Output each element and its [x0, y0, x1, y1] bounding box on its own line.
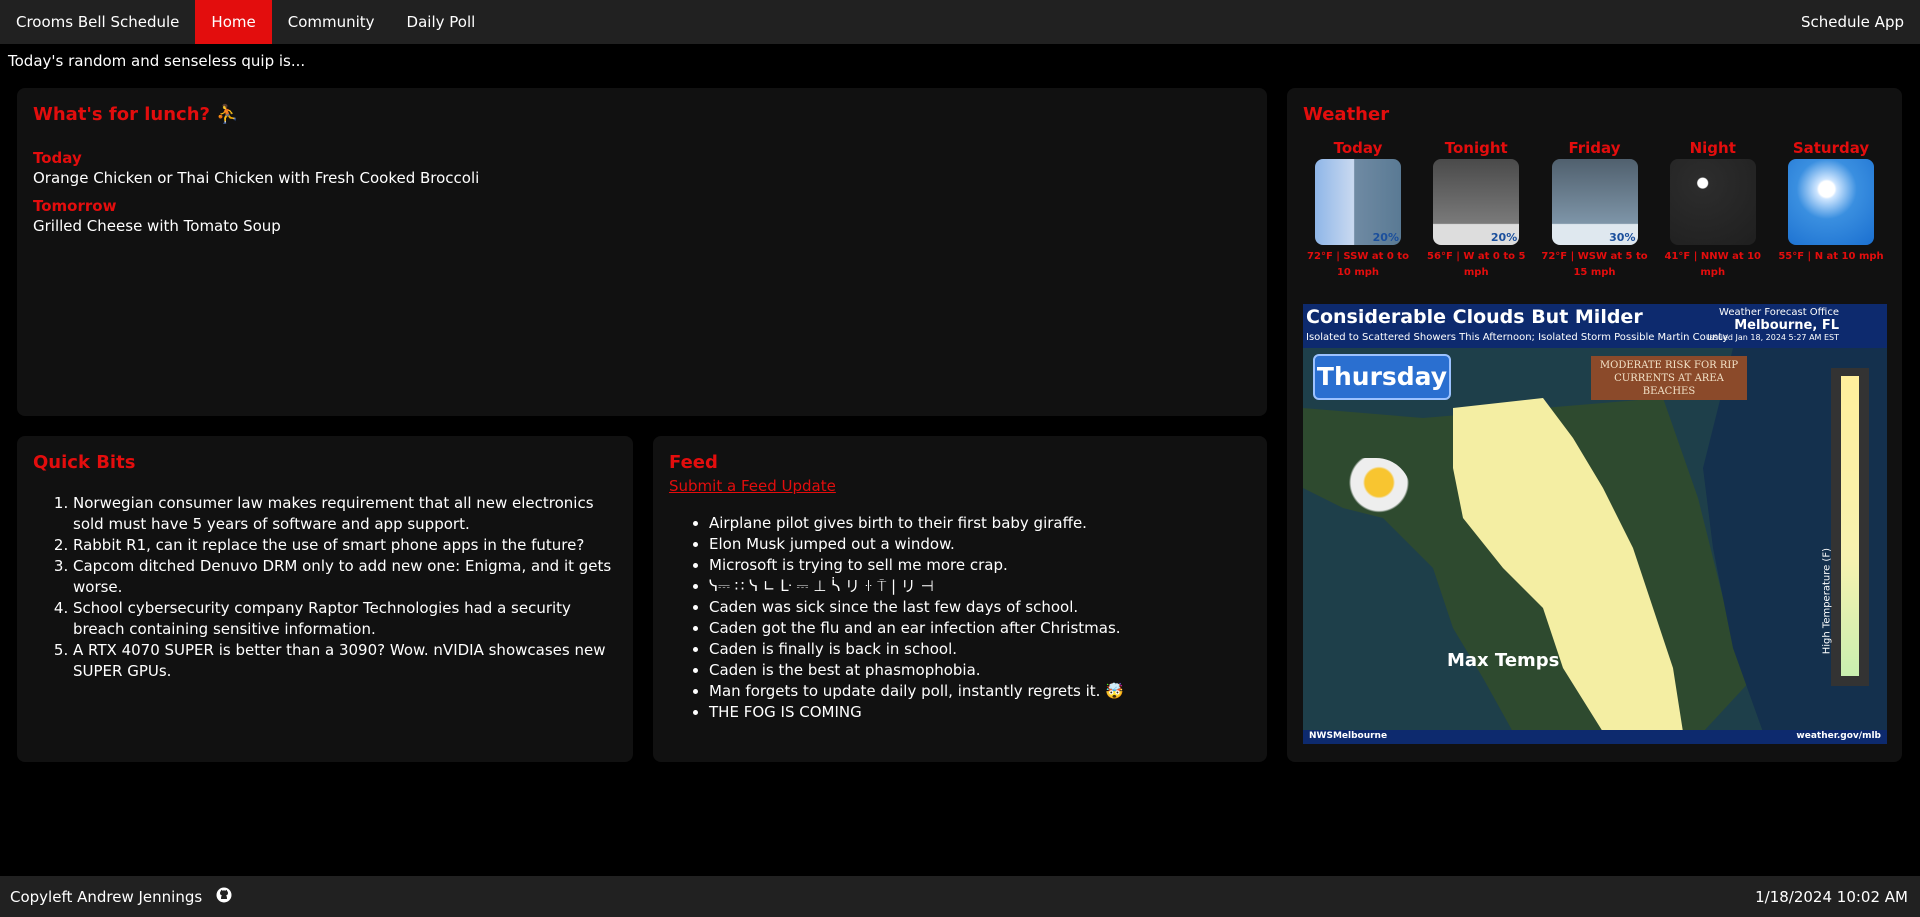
forecast-today: Today 20% 72°F | SSW at 0 to 10 mph [1303, 139, 1413, 281]
lunch-tomorrow-label: Tomorrow [33, 197, 117, 215]
forecast-friday: Friday 30% 72°F | WSW at 5 to 15 mph [1540, 139, 1650, 281]
nws-website: weather.gov/mlb [1796, 731, 1881, 741]
briefing-title: Considerable Clouds But Milder [1306, 306, 1643, 328]
rip-current-warning: MODERATE RISK FOR RIP CURRENTS AT AREA B… [1591, 356, 1747, 400]
quick-bits-list: Norwegian consumer law makes requirement… [33, 493, 617, 682]
list-item: Caden is the best at phasmophobia. [709, 660, 1251, 681]
nav-schedule-app[interactable]: Schedule App [1785, 0, 1920, 44]
forecast-night: Night 41°F | NNW at 10 mph [1658, 139, 1768, 281]
current-datetime: 1/18/2024 10:02 AM [1755, 887, 1908, 906]
list-item: Capcom ditched Denuvo DRM only to add ne… [73, 556, 617, 598]
office-city: Melbourne, FL [1734, 318, 1839, 333]
list-item: Norwegian consumer law makes requirement… [73, 493, 617, 535]
feed-list: Airplane pilot gives birth to their firs… [669, 513, 1251, 723]
list-item: Caden was sick since the last few days o… [709, 597, 1251, 618]
briefing-subtitle: Isolated to Scattered Showers This After… [1306, 332, 1729, 343]
quick-bits-title: Quick Bits [33, 452, 136, 473]
florida-map [1303, 348, 1887, 732]
rain-icon: 30% [1551, 159, 1638, 245]
list-item: A RTX 4070 SUPER is better than a 3090? … [73, 640, 617, 682]
forecast-desc: 72°F | SSW at 0 to 10 mph [1307, 251, 1409, 278]
florida-map-shape [1303, 348, 1887, 732]
weather-briefing-image: Considerable Clouds But Milder Isolated … [1303, 304, 1887, 744]
submit-feed-link[interactable]: Submit a Feed Update [669, 477, 836, 495]
partly-cloudy-icon [1331, 458, 1411, 528]
feed-card: Feed Submit a Feed Update Airplane pilot… [653, 436, 1267, 762]
sunny-icon [1788, 159, 1874, 245]
briefing-footer: NWSMelbourne weather.gov/mlb [1303, 730, 1887, 744]
nav-home[interactable]: Home [195, 0, 272, 44]
footer: Copyleft Andrew Jennings 1/18/2024 10:02… [0, 876, 1920, 917]
forecast-precip: 20% [1490, 231, 1518, 244]
quick-bits-card: Quick Bits Norwegian consumer law makes … [17, 436, 633, 762]
forecast-precip: 20% [1372, 231, 1399, 244]
briefing-day-label: Thursday [1313, 354, 1451, 400]
briefing-issued: Issued Jan 18, 2024 5:27 AM EST [1707, 333, 1839, 342]
list-item: Caden is finally is back in school. [709, 639, 1251, 660]
forecast-desc: 41°F | NNW at 10 mph [1664, 251, 1762, 278]
forecast-period-name: Night [1689, 139, 1736, 157]
nav-brand[interactable]: Crooms Bell Schedule [0, 0, 195, 44]
briefing-office: Weather Forecast Office Melbourne, FL [1719, 306, 1839, 333]
forecast-desc: 56°F | W at 0 to 5 mph [1427, 251, 1526, 278]
forecast-strip: Today 20% 72°F | SSW at 0 to 10 mph Toni… [1303, 139, 1886, 281]
list-item: Caden got the flu and an ear infection a… [709, 618, 1251, 639]
list-item: Microsoft is trying to sell me more crap… [709, 555, 1251, 576]
daily-quip: Today's random and senseless quip is... [8, 52, 306, 70]
list-item: ᓭ⎓ ∷ ᓭ ∟ ᒷ ⎓ ⊥ ᓵ リ ꖌ ⍑ | リ ⊣ [709, 576, 1251, 597]
feed-title: Feed [669, 452, 718, 473]
forecast-period-name: Today [1333, 139, 1383, 157]
weather-card: Weather Today 20% 72°F | SSW at 0 to 10 … [1287, 88, 1902, 762]
legend-color-bar [1841, 376, 1859, 676]
list-item: THE FOG IS COMING [709, 702, 1251, 723]
lunch-card: What's for lunch? ⛹ Today Orange Chicken… [17, 88, 1267, 416]
forecast-period-name: Saturday [1792, 139, 1870, 157]
night-clouds-icon [1669, 159, 1756, 245]
lunch-title: What's for lunch? ⛹ [33, 104, 239, 125]
list-item: Rabbit R1, can it replace the use of sma… [73, 535, 617, 556]
list-item: Airplane pilot gives birth to their firs… [709, 513, 1251, 534]
lunch-today-label: Today [33, 149, 82, 167]
forecast-desc: 55°F | N at 10 mph [1778, 251, 1884, 262]
temperature-legend [1831, 368, 1869, 686]
github-icon[interactable] [216, 887, 232, 907]
forecast-period-name: Friday [1568, 139, 1621, 157]
forecast-desc: 72°F | WSW at 5 to 15 mph [1541, 251, 1648, 278]
list-item: Man forgets to update daily poll, instan… [709, 681, 1251, 702]
nav-daily-poll[interactable]: Daily Poll [391, 0, 492, 44]
showers-icon: 20% [1433, 159, 1520, 245]
legend-title: High Temperature (F) [1821, 548, 1832, 655]
nav-community[interactable]: Community [272, 0, 391, 44]
lunch-today-menu: Orange Chicken or Thai Chicken with Fres… [33, 169, 480, 187]
weather-title: Weather [1303, 104, 1390, 125]
list-item: Elon Musk jumped out a window. [709, 534, 1251, 555]
lunch-tomorrow-menu: Grilled Cheese with Tomato Soup [33, 217, 281, 235]
copyleft-text: Copyleft Andrew Jennings [10, 887, 203, 906]
top-navbar: Crooms Bell Schedule Home Community Dail… [0, 0, 1920, 44]
forecast-period-name: Tonight [1444, 139, 1508, 157]
forecast-tonight: Tonight 20% 56°F | W at 0 to 5 mph [1421, 139, 1531, 281]
rain-clouds-icon: 20% [1315, 159, 1401, 245]
max-temps-label: Max Temps [1447, 650, 1560, 671]
forecast-saturday: Saturday 55°F | N at 10 mph [1776, 139, 1886, 281]
forecast-precip: 30% [1609, 231, 1636, 244]
list-item: School cybersecurity company Raptor Tech… [73, 598, 617, 640]
social-handle: NWSMelbourne [1309, 731, 1388, 741]
